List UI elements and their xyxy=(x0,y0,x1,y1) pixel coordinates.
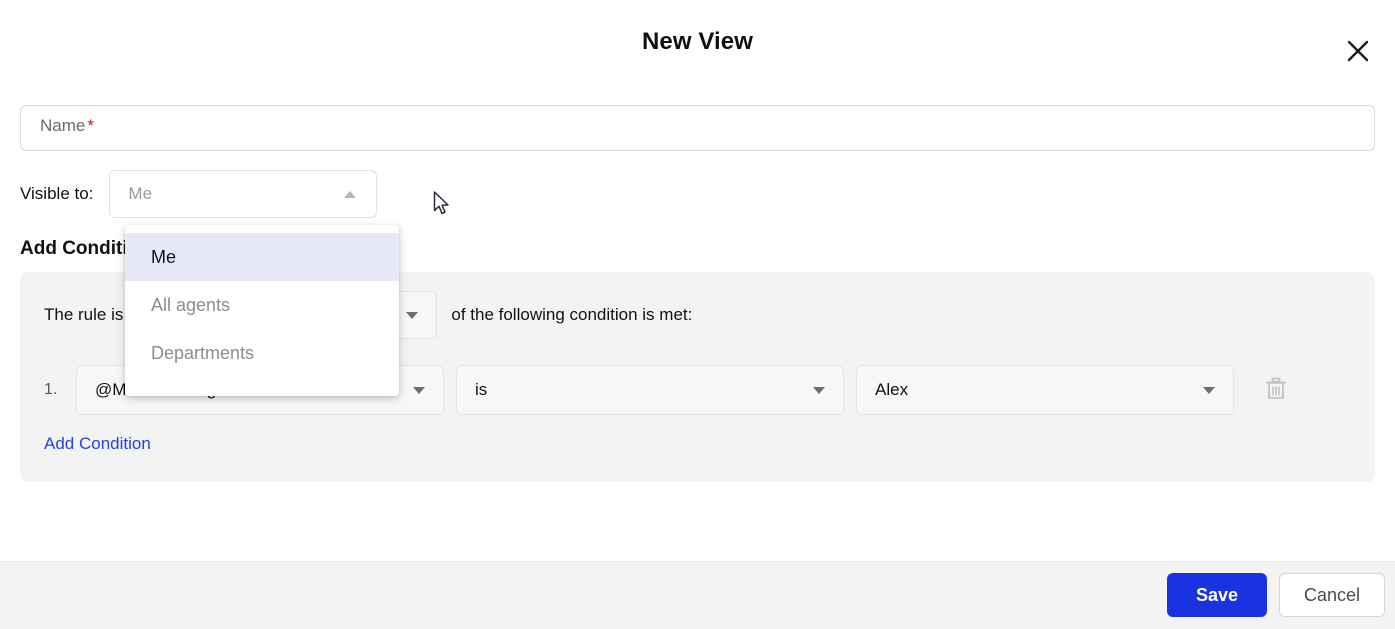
rule-prefix-text: The rule is xyxy=(44,305,124,324)
dropdown-option-all-agents[interactable]: All agents xyxy=(125,281,399,329)
visible-to-dropdown-menu: Me All agents Departments xyxy=(125,225,399,396)
condition-operator-select[interactable]: is xyxy=(456,365,844,415)
visible-to-select[interactable]: Me xyxy=(109,170,378,218)
close-icon xyxy=(1345,38,1371,64)
name-input[interactable] xyxy=(20,105,1375,151)
visible-to-value: Me xyxy=(128,184,153,203)
visible-to-label: Visible to: xyxy=(20,184,94,203)
chevron-down-icon xyxy=(406,312,419,319)
page-title: New View xyxy=(641,28,754,55)
add-condition-link[interactable]: Add Condition xyxy=(44,434,151,454)
dropdown-option-me[interactable]: Me xyxy=(125,233,399,281)
save-button[interactable]: Save xyxy=(1167,573,1267,617)
condition-value-value: Alex xyxy=(875,380,909,399)
rule-suffix-text: of the following condition is met: xyxy=(451,305,693,324)
condition-index: 1. xyxy=(44,381,58,398)
mouse-cursor xyxy=(433,191,451,222)
condition-value-select[interactable]: Alex xyxy=(856,365,1234,415)
trash-icon xyxy=(1265,377,1287,404)
chevron-up-icon xyxy=(344,191,357,198)
close-button[interactable] xyxy=(1338,31,1378,71)
delete-condition-button[interactable] xyxy=(1258,372,1294,408)
dropdown-option-departments[interactable]: Departments xyxy=(125,329,399,377)
dialog-header: New View xyxy=(0,0,1395,86)
condition-operator-value: is xyxy=(475,380,488,399)
chevron-down-icon xyxy=(413,387,425,394)
visible-to-row: Visible to: Me xyxy=(20,170,378,218)
chevron-down-icon xyxy=(813,387,825,394)
chevron-down-icon xyxy=(1203,387,1215,394)
dialog-footer: Save Cancel xyxy=(0,561,1395,629)
cancel-button[interactable]: Cancel xyxy=(1279,573,1385,617)
